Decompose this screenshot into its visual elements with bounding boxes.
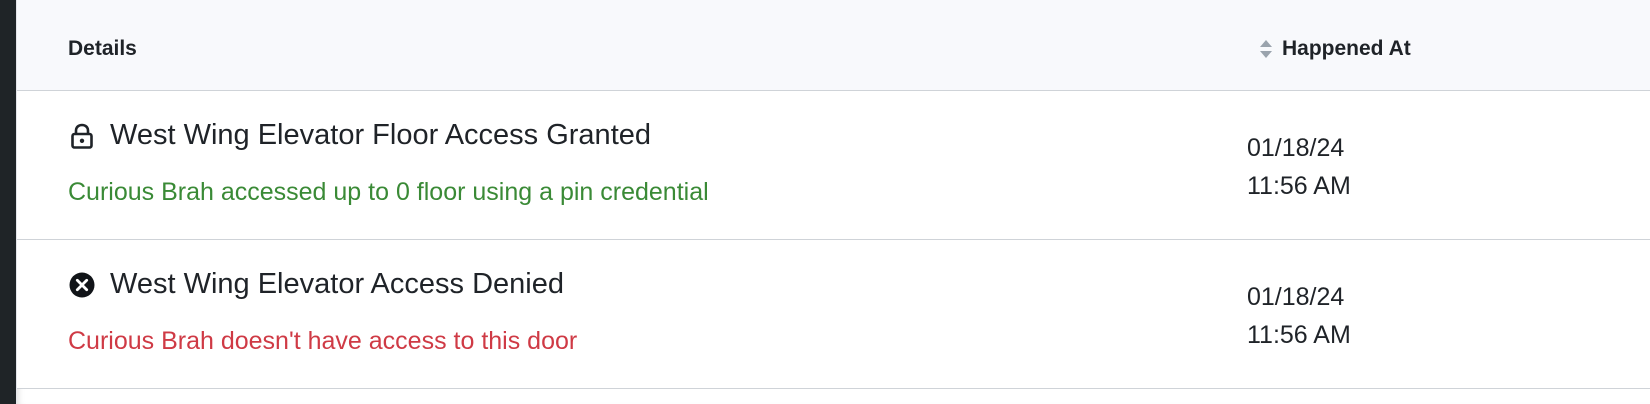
column-header-details: Details — [68, 37, 137, 60]
event-timestamp: 01/18/24 11:56 AM — [1247, 129, 1351, 205]
column-header-happened-at[interactable]: Happened At — [1258, 37, 1411, 61]
event-title-text: West Wing Elevator Access Denied — [110, 268, 564, 300]
event-date: 01/18/24 — [1247, 134, 1345, 162]
event-description: Curious Brah accessed up to 0 floor usin… — [68, 178, 709, 206]
event-date: 01/18/24 — [1247, 283, 1345, 311]
table-row[interactable]: West Wing Elevator Access Denied Curious… — [17, 240, 1650, 389]
event-title: West Wing Elevator Access Denied — [68, 268, 564, 301]
event-time: 11:56 AM — [1247, 321, 1351, 349]
denied-circle-x-icon — [69, 272, 95, 297]
activity-table-panel: Details Happened At West Wing Elevator F… — [16, 0, 1650, 404]
table-row[interactable]: West Wing Elevator Floor Access Granted … — [17, 91, 1650, 240]
sort-icon[interactable] — [1258, 38, 1274, 60]
event-time: 11:56 AM — [1247, 172, 1351, 200]
event-title: West Wing Elevator Floor Access Granted — [68, 119, 651, 152]
lock-icon — [71, 123, 93, 149]
left-sidebar-rail — [0, 0, 16, 404]
column-header-happened-at-label: Happened At — [1282, 37, 1411, 60]
event-title-text: West Wing Elevator Floor Access Granted — [110, 119, 652, 151]
event-timestamp: 01/18/24 11:56 AM — [1247, 278, 1351, 354]
table-header: Details Happened At — [17, 0, 1650, 91]
app-frame: Details Happened At West Wing Elevator F… — [0, 0, 1650, 404]
event-description: Curious Brah doesn't have access to this… — [68, 327, 578, 355]
